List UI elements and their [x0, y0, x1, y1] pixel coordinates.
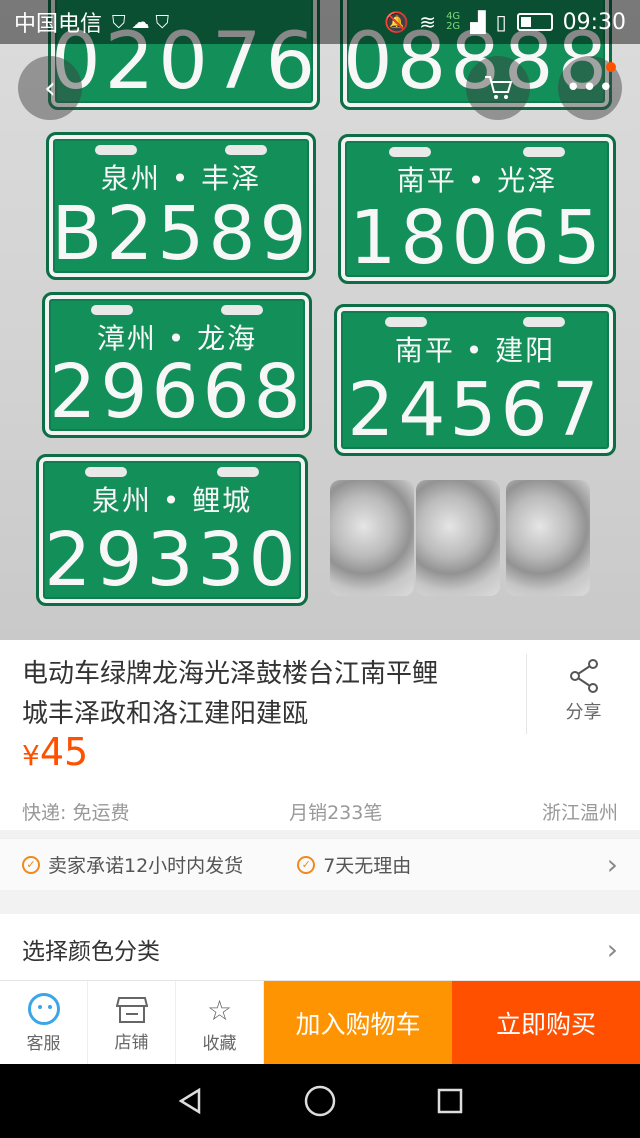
shield-check-icon: ⛉	[155, 11, 176, 33]
back-triangle-icon	[178, 1087, 201, 1115]
cart-button[interactable]	[466, 56, 530, 120]
product-info: 电动车绿牌龙海光泽鼓楼台江南平鲤 城丰泽政和洛江建阳建瓯 分享 ¥45 快递: …	[0, 640, 640, 830]
customer-service-button[interactable]: 客服	[0, 981, 88, 1065]
product-meta: 快递: 免运费 月销233笔 浙江温州	[22, 798, 618, 825]
plate-number: 18065	[349, 195, 605, 281]
bottom-action-bar: 客服 店铺 ☆ 收藏 加入购物车 立即购买	[0, 980, 640, 1065]
monthly-sales: 月销233笔	[289, 802, 383, 824]
back-button[interactable]: ‹	[18, 56, 82, 120]
plate-number: 29668	[49, 349, 305, 435]
home-circle-icon	[304, 1085, 336, 1117]
chevron-right-icon: ›	[606, 848, 618, 881]
nav-home-button[interactable]	[300, 1081, 340, 1121]
share-button[interactable]: 分享	[526, 654, 640, 734]
share-label: 分享	[565, 702, 602, 723]
nav-recents-button[interactable]	[430, 1081, 470, 1121]
star-icon: ☆	[206, 993, 233, 1027]
screw-bags-image	[330, 470, 600, 610]
customer-service-label: 客服	[26, 1033, 61, 1054]
mute-icon: 🔕	[384, 10, 410, 34]
plate-number: 29330	[44, 517, 300, 603]
cloud-icon: ☁	[131, 11, 156, 33]
plate-region: 南平 • 建阳	[394, 334, 556, 367]
network-type: 4G 2G	[446, 12, 460, 32]
buy-now-button[interactable]: 立即购买	[452, 981, 640, 1065]
wifi-icon: ≋	[419, 10, 437, 34]
share-icon	[569, 659, 598, 693]
back-arrow-icon: ‹	[44, 70, 56, 106]
system-nav-bar	[0, 1064, 640, 1138]
favorite-label: 收藏	[202, 1033, 237, 1054]
promise-label: 7天无理由	[323, 855, 412, 877]
price-currency: ¥	[22, 739, 40, 772]
product-image[interactable]: 02076 08888 泉州 • 丰泽 B2589 南平 • 光泽 18065 …	[0, 0, 640, 640]
ship-from-location: 浙江温州	[541, 802, 618, 824]
promise-item: ✓ 卖家承诺12小时内发货	[22, 851, 243, 878]
shop-icon	[115, 996, 148, 1023]
favorite-button[interactable]: ☆ 收藏	[176, 981, 264, 1065]
check-circle-icon: ✓	[22, 855, 40, 874]
clock: 09:30	[562, 9, 626, 35]
product-title: 电动车绿牌龙海光泽鼓楼台江南平鲤 城丰泽政和洛江建阳建瓯	[22, 654, 492, 734]
recents-square-icon	[437, 1088, 463, 1114]
notification-badge	[606, 62, 616, 72]
service-promises[interactable]: ✓ 卖家承诺12小时内发货 ✓ 7天无理由 ›	[0, 838, 640, 890]
price-value: 45	[39, 730, 89, 774]
carrier-label: 中国电信	[14, 12, 103, 37]
select-variant-row[interactable]: 选择颜色分类 ›	[0, 914, 640, 984]
nav-back-button[interactable]	[170, 1081, 210, 1121]
license-plate: 泉州 • 鲤城 29330	[36, 454, 308, 606]
promise-label: 卖家承诺12小时内发货	[48, 855, 244, 877]
price: ¥45	[22, 730, 88, 774]
sim-icon: ▯	[495, 10, 507, 34]
shield-icon: ⛉	[112, 11, 132, 33]
network-type-bottom: 2G	[446, 21, 461, 32]
promise-item: ✓ 7天无理由	[297, 851, 411, 878]
cart-icon	[485, 76, 513, 99]
plate-region: 泉州 • 鲤城	[91, 484, 253, 517]
notification-icons: ⛉☁⛉	[112, 12, 175, 33]
product-title-line: 城丰泽政和洛江建阳建瓯	[22, 699, 309, 729]
status-bar: 中国电信 ⛉☁⛉ 🔕 ≋ 4G 2G ▟ ▯ 09:30	[0, 0, 640, 44]
add-to-cart-button[interactable]: 加入购物车	[264, 981, 452, 1065]
license-plate: 漳州 • 龙海 29668	[42, 292, 312, 438]
chevron-right-icon: ›	[606, 932, 618, 966]
plate-number: 24567	[347, 367, 603, 453]
shop-button[interactable]: 店铺	[88, 981, 176, 1065]
license-plate: 南平 • 建阳 24567	[334, 304, 616, 456]
product-title-line: 电动车绿牌龙海光泽鼓楼台江南平鲤	[22, 659, 439, 689]
signal-icon: ▟	[470, 10, 486, 34]
more-icon: •••	[565, 73, 615, 103]
shipping-info: 快递: 免运费	[22, 802, 130, 824]
more-button[interactable]: •••	[558, 56, 622, 120]
shop-label: 店铺	[114, 1032, 149, 1053]
license-plate: 南平 • 光泽 18065	[338, 134, 616, 284]
plate-number: B2589	[51, 191, 311, 277]
check-circle-icon: ✓	[297, 855, 316, 874]
select-variant-label: 选择颜色分类	[22, 939, 160, 965]
battery-icon	[516, 13, 553, 31]
customer-service-icon	[27, 992, 60, 1025]
plate-region: 南平 • 光泽	[396, 164, 558, 197]
license-plate: 泉州 • 丰泽 B2589	[46, 132, 316, 280]
